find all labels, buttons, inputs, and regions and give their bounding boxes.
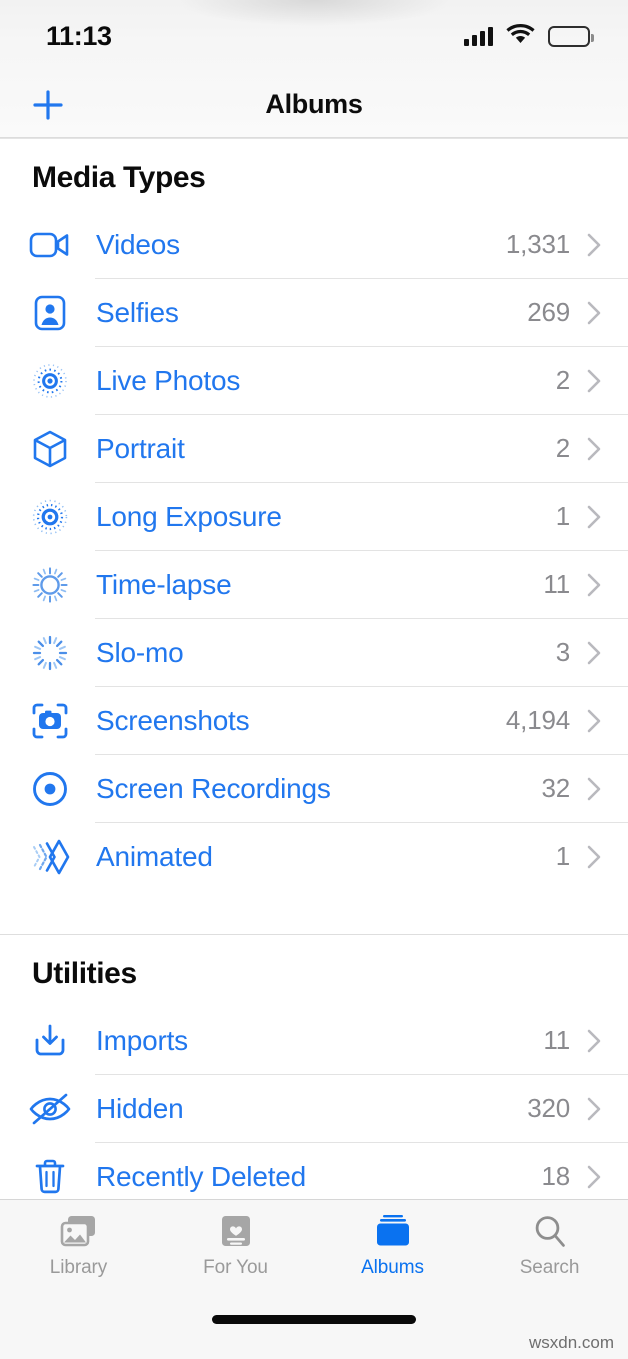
eye-slash-icon <box>24 1092 76 1126</box>
page-title: Albums <box>265 89 363 119</box>
album-label: Screenshots <box>96 704 250 736</box>
chevron-right-icon <box>586 368 602 394</box>
album-count: 11 <box>543 569 570 599</box>
album-label: Slo-mo <box>96 636 184 668</box>
album-count: 18 <box>541 1161 570 1191</box>
album-label: Imports <box>96 1024 188 1056</box>
tab-for-you[interactable]: For You <box>157 1212 314 1279</box>
chevron-right-icon <box>586 232 602 258</box>
tab-label: For You <box>203 1257 268 1278</box>
chevron-right-icon <box>586 708 602 734</box>
album-label: Animated <box>96 840 213 872</box>
chevron-right-icon <box>586 776 602 802</box>
albums-list[interactable]: Media Types Videos 1,331 Selfies 269 Liv… <box>0 138 628 1199</box>
album-row-videos[interactable]: Videos 1,331 <box>0 211 628 278</box>
chevron-right-icon <box>586 572 602 598</box>
tab-label: Search <box>519 1257 580 1278</box>
album-row-live-photos[interactable]: Live Photos 2 <box>0 347 628 414</box>
section-header-media-types: Media Types <box>32 161 206 194</box>
album-row-screenshots[interactable]: Screenshots 4,194 <box>0 687 628 754</box>
album-count: 1 <box>555 501 570 531</box>
album-count: 3 <box>555 637 570 667</box>
chevron-right-icon <box>586 1096 602 1122</box>
chevron-right-icon <box>586 504 602 530</box>
cellular-signal-icon <box>464 26 493 46</box>
tab-library[interactable]: Library <box>0 1212 157 1279</box>
album-label: Portrait <box>96 432 185 464</box>
album-label: Selfies <box>96 296 179 328</box>
slo-mo-icon <box>24 633 76 673</box>
status-bar-icons <box>464 23 594 49</box>
album-row-recently-deleted[interactable]: Recently Deleted 18 <box>0 1143 628 1199</box>
album-row-selfies[interactable]: Selfies 269 <box>0 279 628 346</box>
battery-icon <box>548 25 594 47</box>
selfie-person-icon <box>24 294 76 332</box>
chevron-right-icon <box>586 844 602 870</box>
tab-search[interactable]: Search <box>471 1212 628 1279</box>
tab-bar: Library For You Albums Search <box>0 1199 628 1299</box>
chevron-right-icon <box>586 640 602 666</box>
video-camera-icon <box>24 228 76 262</box>
album-row-long-exposure[interactable]: Long Exposure 1 <box>0 483 628 550</box>
home-indicator-area: wsxdn.com <box>0 1299 628 1359</box>
status-bar: 11:13 <box>0 0 628 72</box>
for-you-heart-icon <box>220 1212 252 1250</box>
animated-gif-icon <box>24 837 76 877</box>
album-row-portrait[interactable]: Portrait 2 <box>0 415 628 482</box>
section-header-utilities: Utilities <box>32 957 137 990</box>
album-count: 2 <box>555 433 570 463</box>
screenshot-camera-icon <box>24 701 76 741</box>
album-count: 32 <box>541 773 570 803</box>
long-exposure-icon <box>24 497 76 537</box>
album-count: 2 <box>555 365 570 395</box>
trash-icon <box>24 1157 76 1197</box>
album-label: Long Exposure <box>96 500 282 532</box>
album-row-hidden[interactable]: Hidden 320 <box>0 1075 628 1142</box>
album-label: Live Photos <box>96 364 241 396</box>
wifi-icon <box>506 23 535 49</box>
albums-stack-icon <box>373 1212 413 1250</box>
album-row-screen-recordings[interactable]: Screen Recordings 32 <box>0 755 628 822</box>
album-label: Recently Deleted <box>96 1160 307 1192</box>
home-indicator[interactable] <box>212 1315 416 1324</box>
album-row-animated[interactable]: Animated 1 <box>0 823 628 890</box>
album-row-time-lapse[interactable]: Time-lapse 11 <box>0 551 628 618</box>
album-count: 1,331 <box>505 229 570 259</box>
section-gap <box>0 890 628 934</box>
status-bar-clock: 11:13 <box>46 20 112 51</box>
tab-label: Albums <box>361 1257 424 1278</box>
album-label: Time-lapse <box>96 568 232 600</box>
tab-label: Library <box>49 1257 108 1278</box>
photos-library-icon <box>59 1212 99 1250</box>
album-label: Videos <box>96 228 180 260</box>
photos-app-screen: 11:13 Albums Media Types Videos 1,331 Se… <box>0 0 628 1359</box>
screen-recording-icon <box>24 769 76 809</box>
album-count: 1 <box>555 841 570 871</box>
album-row-slo-mo[interactable]: Slo-mo 3 <box>0 619 628 686</box>
tab-albums[interactable]: Albums <box>314 1212 471 1279</box>
chevron-right-icon <box>586 1164 602 1190</box>
album-count: 269 <box>527 297 570 327</box>
search-magnifier-icon <box>533 1212 567 1250</box>
cube-portrait-icon <box>24 429 76 469</box>
navigation-bar: Albums <box>0 72 628 138</box>
live-photo-icon <box>24 361 76 401</box>
chevron-right-icon <box>586 300 602 326</box>
album-row-imports[interactable]: Imports 11 <box>0 1007 628 1074</box>
album-label: Screen Recordings <box>96 772 331 804</box>
plus-icon[interactable] <box>26 83 70 127</box>
album-count: 320 <box>527 1093 570 1123</box>
album-count: 11 <box>543 1025 570 1055</box>
album-count: 4,194 <box>505 705 570 735</box>
watermark: wsxdn.com <box>528 1333 614 1352</box>
timelapse-icon <box>24 565 76 605</box>
chevron-right-icon <box>586 436 602 462</box>
import-tray-icon <box>24 1021 76 1061</box>
chevron-right-icon <box>586 1028 602 1054</box>
album-label: Hidden <box>96 1092 184 1124</box>
